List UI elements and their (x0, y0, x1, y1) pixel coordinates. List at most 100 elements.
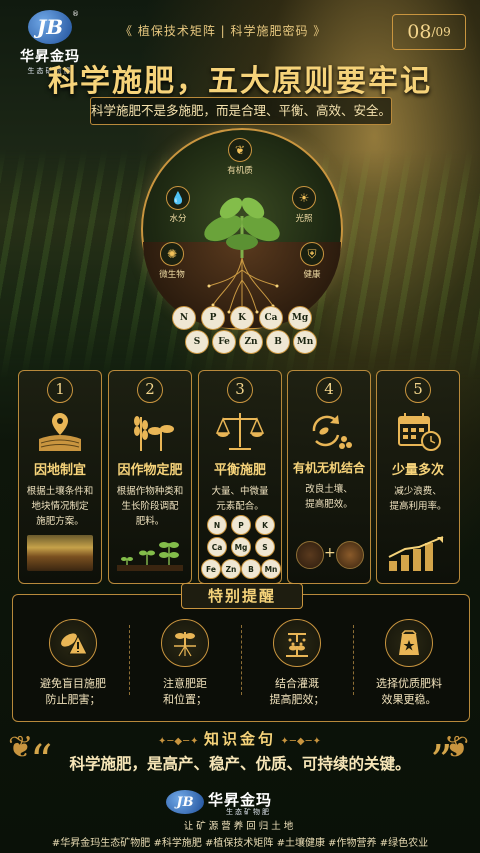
microbe-icon: ✺ (160, 242, 184, 266)
principle-title: 少量多次 (391, 463, 444, 478)
principle-card-3: 3 平衡施肥 大量、中微量 元素配合。 N P K Ca Mg S Fe Zn … (198, 370, 282, 584)
element-badge: Mg (231, 537, 251, 557)
principle-title: 平衡施肥 (213, 463, 266, 478)
reminder-item: 选择优质肥料 效果更稳。 (355, 619, 463, 708)
element-badge: K (230, 306, 254, 330)
shield-check-icon: ⛨ (300, 242, 324, 266)
factor-label: 光照 (295, 214, 313, 224)
field-location-icon (35, 409, 85, 453)
fertilizer-bag-icon (385, 619, 433, 667)
ornament-icon: ✦─◆─✦ (158, 736, 204, 747)
special-reminder: 特别提醒 避免盲目施肥 防止肥害； 注意肥距 和位置； 结合灌溉 提高肥效； 选… (12, 583, 470, 722)
reminder-text: 结合灌溉 提高肥效； (269, 677, 325, 706)
organic-fertilizer-dish (296, 541, 324, 569)
registered-mark: ® (72, 10, 79, 18)
sun-icon: ☀ (292, 186, 316, 210)
page: JB 华昇金玛 生态矿物肥 ® 《 植保技术矩阵 | 科学施肥密码 》 08/0… (0, 0, 480, 853)
plus-sign: + (324, 545, 336, 561)
page-current: 08 (407, 21, 432, 43)
principle-card-4: 4 有机无机结合 改良土壤、 提高肥效。 + (287, 370, 371, 584)
factor-light: ☀ 光照 (278, 186, 330, 224)
factor-water: 💧 水分 (152, 186, 204, 224)
footer-brand-mark-icon: JB (166, 790, 204, 814)
hashtags: #华昇金玛生态矿物肥 #科学施肥 #植保技术矩阵 #土壤健康 #作物营养 #绿色… (51, 838, 429, 849)
reminder-item: 注意肥距 和位置； (131, 619, 239, 708)
element-badge: Zn (239, 330, 263, 354)
factor-label: 健康 (303, 270, 321, 280)
plant-roots-icon (161, 619, 209, 667)
page-title: 科学施肥，五大原则要牢记 (48, 64, 432, 99)
slogan: 让矿源营养回归土地 (183, 821, 297, 832)
leaf-icon: ❦ (228, 138, 252, 162)
element-badge: Mg (288, 306, 312, 330)
breadcrumb: 《 植保技术矩阵 | 科学施肥密码 》 (120, 24, 327, 38)
factor-microbe: ✺ 微生物 (146, 242, 198, 280)
factor-organic-matter: ❦ 有机质 (214, 138, 266, 176)
principle-card-2: 2 因作物定肥 根据作物种类和 生长阶段调配 肥料。 (108, 370, 192, 584)
water-drop-icon: 💧 (166, 186, 190, 210)
factor-label: 有机质 (227, 166, 253, 176)
element-badge: Ca (259, 306, 283, 330)
divider (129, 625, 130, 695)
organic-cycle-icon (304, 409, 354, 453)
principle-number: 4 (316, 377, 342, 403)
principle-desc: 根据作物种类和 生长阶段调配 肥料。 (116, 486, 184, 527)
reminder-item: 避免盲目施肥 防止肥害； (19, 619, 127, 708)
element-badge: B (266, 330, 290, 354)
element-badge: Zn (221, 559, 241, 579)
element-badge: P (231, 515, 251, 535)
principle-number: 3 (227, 377, 253, 403)
ornament-icon: ✦─◆─✦ (276, 736, 322, 747)
page-indicator: 08/09 (392, 14, 466, 50)
principle-desc: 改良土壤、 提高肥效。 (305, 484, 353, 510)
principle-title: 因作物定肥 (117, 463, 183, 478)
crops-icon (125, 409, 175, 453)
element-badge: Mn (261, 559, 281, 579)
divider (353, 625, 354, 695)
element-badge: N (207, 515, 227, 535)
principle-desc: 根据土壤条件和 地块情况制定 施肥方案。 (26, 486, 94, 527)
factor-health: ⛨ 健康 (286, 242, 338, 280)
element-badge: Mn (293, 330, 317, 354)
footer-brand-sub: 生态矿物肥 (226, 808, 271, 816)
calendar-clock-icon (393, 409, 443, 453)
element-badge: K (255, 515, 275, 535)
principle-number: 2 (137, 377, 163, 403)
principle-number: 5 (405, 377, 431, 403)
reminder-text: 避免盲目施肥 防止肥害； (40, 677, 106, 706)
principle-number: 1 (47, 377, 73, 403)
principle-desc: 大量、中微量 元素配合。 (211, 486, 269, 512)
close-quote-mark: ” (430, 736, 453, 787)
inorganic-fertilizer-dish (336, 541, 364, 569)
element-badge: S (255, 537, 275, 557)
divider (241, 625, 242, 695)
growth-chart-image (385, 535, 451, 571)
page-total: /09 (431, 25, 451, 39)
principle-card-5: 5 少量多次 减少浪费、 提高利用率。 (376, 370, 460, 584)
element-badge: Ca (207, 537, 227, 557)
principle-card-1: 1 因地制宜 根据土壤条件和 地块情况制定 施肥方案。 (18, 370, 102, 584)
brand-mark-icon: JB (28, 10, 72, 44)
reminder-text: 选择优质肥料 效果更稳。 (376, 677, 442, 706)
principle-title: 有机无机结合 (292, 461, 365, 475)
subtitle: 科学施肥不是多施肥，而是合理、平衡、高效、安全。 (91, 103, 392, 118)
quote-title: ✦─◆─✦ 知识金句 ✦─◆─✦ (0, 728, 480, 749)
principle-desc: 减少浪费、 提高利用率。 (389, 486, 447, 512)
reminder-text: 注意肥距 和位置； (163, 677, 207, 706)
element-badge: B (241, 559, 261, 579)
factor-label: 水分 (169, 214, 187, 224)
element-badge: S (185, 330, 209, 354)
irrigation-icon (273, 619, 321, 667)
quote-title-text: 知识金句 (203, 730, 276, 748)
subtitle-box: 科学施肥不是多施肥，而是合理、平衡、高效、安全。 (90, 97, 392, 125)
element-badge: P (201, 306, 225, 330)
warning-leaf-icon (49, 619, 97, 667)
element-badge: Fe (212, 330, 236, 354)
balance-scale-icon (215, 409, 265, 453)
reminder-title: 特别提醒 (181, 583, 303, 609)
soil-layers-image (27, 535, 93, 571)
element-badge: N (172, 306, 196, 330)
element-badge: Fe (201, 559, 221, 579)
principle-title: 因地制宜 (33, 463, 86, 478)
quote-text: 科学施肥，是高产、稳产、优质、可持续的关键。 (69, 755, 411, 773)
